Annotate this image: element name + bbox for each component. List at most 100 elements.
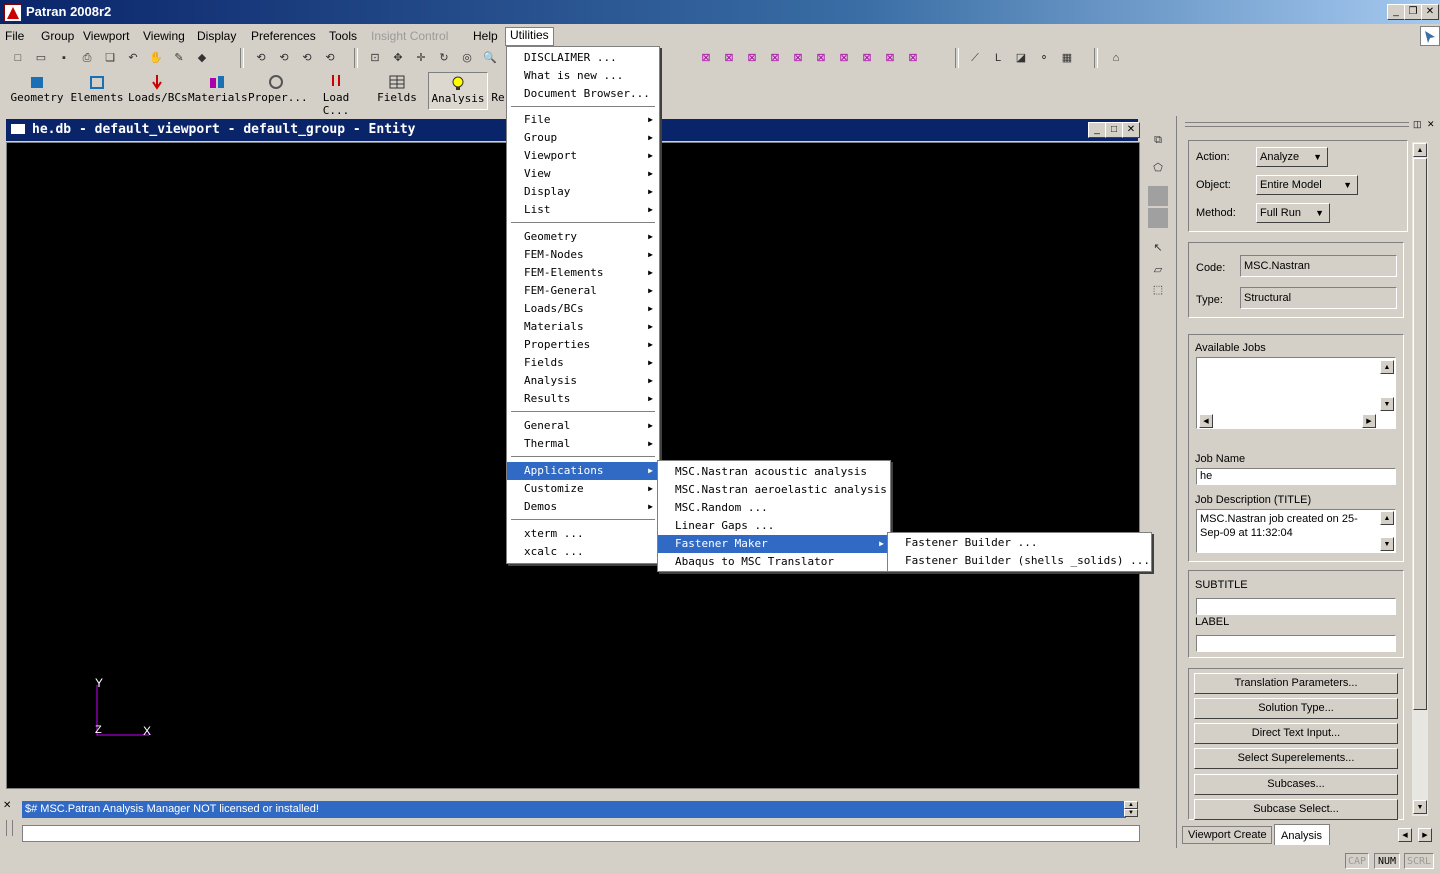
box-pick-icon[interactable]: ▱ [1148, 260, 1168, 280]
menu-item-geometry[interactable]: Geometry ▶ [507, 228, 659, 246]
zoom-icon[interactable]: 🔍 [480, 48, 500, 68]
minimize-icon[interactable]: _ [1387, 4, 1405, 20]
scroll-down-icon[interactable]: ▼ [1380, 397, 1394, 411]
rotate-z-icon[interactable]: ⟲ [297, 48, 317, 68]
pick-mode-icon[interactable] [1148, 186, 1168, 206]
menu-item-general[interactable]: General ▶ [507, 417, 659, 435]
menu-item-results[interactable]: Results ▶ [507, 390, 659, 408]
menu-item-fields[interactable]: Fields ▶ [507, 354, 659, 372]
rotate-x-icon[interactable]: ⟲ [251, 48, 271, 68]
menu-item-applications[interactable]: Applications ▶ [507, 462, 659, 480]
new-file-icon[interactable]: □ [8, 48, 28, 68]
subcase-select-button[interactable]: Subcase Select... [1194, 799, 1398, 820]
view-right-icon[interactable]: ⊠ [811, 48, 831, 68]
zoom-box-icon[interactable]: ◎ [457, 48, 477, 68]
menu-item-analysis[interactable]: Analysis ▶ [507, 372, 659, 390]
help-pointer-icon[interactable] [1420, 26, 1440, 46]
undo-icon[interactable]: ↶ [123, 48, 143, 68]
menu-item-materials[interactable]: Materials ▶ [507, 318, 659, 336]
menu-item-display[interactable]: Display ▶ [507, 183, 659, 201]
app-elements-button[interactable]: Elements [70, 72, 124, 108]
view-iso1-icon[interactable]: ⊠ [834, 48, 854, 68]
fit-view-icon[interactable]: ⊡ [365, 48, 385, 68]
view-rear-icon[interactable]: ⊠ [719, 48, 739, 68]
history-close-icon[interactable]: ✕ [3, 800, 11, 811]
command-input[interactable] [22, 825, 1140, 842]
menu-item-fem-nodes[interactable]: FEM-Nodes ▶ [507, 246, 659, 264]
label-toggle-icon[interactable]: ▦ [1057, 48, 1077, 68]
view-iso4-icon[interactable]: ⊠ [903, 48, 923, 68]
menu-group[interactable]: Group [41, 29, 74, 43]
menu-item-thermal[interactable]: Thermal ▶ [507, 435, 659, 453]
menu-file[interactable]: File [5, 29, 24, 43]
viewport-maximize-icon[interactable]: □ [1105, 122, 1123, 138]
menu-item-viewport[interactable]: Viewport ▶ [507, 147, 659, 165]
method-dropdown[interactable]: Full Run ▼ [1256, 203, 1330, 223]
subtitle-input[interactable] [1196, 598, 1396, 615]
view-bottom-icon[interactable]: ⊠ [765, 48, 785, 68]
translation-parameters-button[interactable]: Translation Parameters... [1194, 673, 1398, 694]
tab-viewport-create[interactable]: Viewport Create [1182, 826, 1272, 844]
menu-item-properties[interactable]: Properties ▶ [507, 336, 659, 354]
close-icon[interactable]: ✕ [1421, 4, 1439, 20]
scroll-down-icon[interactable]: ▼ [1413, 800, 1427, 814]
job-name-input[interactable]: he [1196, 468, 1396, 485]
menu-item-msc-random[interactable]: MSC.Random ... [658, 499, 890, 517]
job-description-input[interactable]: MSC.Nastran job created on 25-Sep-09 at … [1196, 509, 1396, 553]
save-icon[interactable]: ▪ [54, 48, 74, 68]
panel-grip[interactable] [1185, 122, 1409, 127]
menu-item-linear-gaps[interactable]: Linear Gaps ... [658, 517, 890, 535]
scroll-up-icon[interactable]: ▲ [1413, 143, 1427, 157]
refresh-icon[interactable]: ◆ [192, 48, 212, 68]
menu-item-xcalc[interactable]: xcalc ... [507, 543, 659, 561]
menu-preferences[interactable]: Preferences [251, 29, 316, 43]
restore-icon[interactable]: ❐ [1404, 4, 1422, 20]
menu-item-list[interactable]: List ▶ [507, 201, 659, 219]
panel-float-icon[interactable]: ◫ [1413, 119, 1422, 130]
scroll-up-icon[interactable]: ▲ [1380, 360, 1394, 374]
view-iso3-icon[interactable]: ⊠ [880, 48, 900, 68]
menu-item-view[interactable]: View ▶ [507, 165, 659, 183]
menu-tools[interactable]: Tools [329, 29, 357, 43]
tab-analysis[interactable]: Analysis [1274, 824, 1330, 845]
menu-item-fastener-builder-shells-solids[interactable]: Fastener Builder (shells _solids) ... [888, 552, 1151, 570]
copy-icon[interactable]: ❏ [100, 48, 120, 68]
menu-item-fem-elements[interactable]: FEM-Elements ▶ [507, 264, 659, 282]
menu-item-fastener-maker[interactable]: Fastener Maker ▶ [658, 535, 890, 553]
polygon-pick-icon[interactable]: ⬠ [1148, 158, 1168, 178]
wireframe-icon[interactable]: ⟋ [965, 48, 985, 68]
scroll-down-icon[interactable]: ▼ [1380, 537, 1394, 551]
app-results-button[interactable]: Re [490, 72, 506, 108]
pointer-icon[interactable]: ↖ [1148, 238, 1168, 258]
panel-close-icon[interactable]: ✕ [1427, 119, 1435, 130]
pick-mode-2-icon[interactable] [1148, 208, 1168, 228]
menu-item-document-browser[interactable]: Document Browser... [507, 85, 659, 103]
menu-item-abaqus-translator[interactable]: Abaqus to MSC Translator [658, 553, 890, 571]
menu-item-fem-general[interactable]: FEM-General ▶ [507, 282, 659, 300]
menu-item-demos[interactable]: Demos ▶ [507, 498, 659, 516]
menu-help[interactable]: Help [473, 29, 498, 43]
menu-item-xterm[interactable]: xterm ... [507, 525, 659, 543]
label-input[interactable] [1196, 635, 1396, 652]
home-icon[interactable]: ⌂ [1106, 48, 1126, 68]
command-history-line[interactable]: $# MSC.Patran Analysis Manager NOT licen… [22, 801, 1126, 818]
panel-scroll-thumb[interactable] [1413, 158, 1427, 710]
menu-item-nastran-aeroelastic[interactable]: MSC.Nastran aeroelastic analysis [658, 481, 890, 499]
view-top-icon[interactable]: ⊠ [742, 48, 762, 68]
cube-pick-icon[interactable]: ⬚ [1148, 280, 1168, 300]
menu-display[interactable]: Display [197, 29, 236, 43]
rotate-icon[interactable]: ↻ [434, 48, 454, 68]
menu-item-customize[interactable]: Customize ▶ [507, 480, 659, 498]
abort-hand-icon[interactable]: ✋ [146, 48, 166, 68]
viewport-minimize-icon[interactable]: _ [1088, 122, 1106, 138]
app-properties-button[interactable]: Proper... [248, 72, 308, 108]
app-geometry-button[interactable]: Geometry [8, 72, 66, 108]
menu-viewing[interactable]: Viewing [143, 29, 185, 43]
action-dropdown[interactable]: Analyze ▼ [1256, 147, 1328, 167]
menu-item-disclaimer[interactable]: DISCLAIMER ... [507, 49, 659, 67]
menu-item-fastener-builder[interactable]: Fastener Builder ... [888, 534, 1151, 552]
node-size-icon[interactable]: ⚬ [1034, 48, 1054, 68]
hidden-line-icon[interactable]: L [988, 48, 1008, 68]
scroll-right-icon[interactable]: ▶ [1362, 414, 1376, 428]
object-dropdown[interactable]: Entire Model ▼ [1256, 175, 1358, 195]
